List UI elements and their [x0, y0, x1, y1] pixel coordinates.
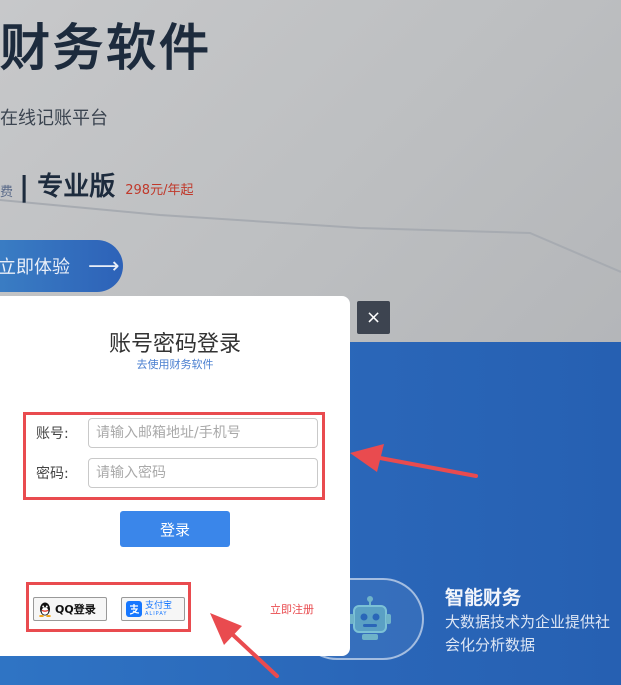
feature-description: 大数据技术为企业提供社会化分析数据: [445, 613, 611, 654]
login-button[interactable]: 登录: [120, 511, 230, 547]
arrow-right-icon: ⟶: [88, 253, 120, 279]
robot-icon: [349, 596, 391, 640]
edition-name: 专业版: [37, 172, 116, 202]
login-modal: 账号密码登录 去使用财务软件 账号: 密码: 登录 QQ登录: [0, 296, 350, 656]
credentials-highlight-box: 账号: 密码:: [23, 412, 325, 500]
social-login-highlight-box: QQ登录 支付宝 ALIPAY: [26, 582, 191, 632]
alipay-sublabel: ALIPAY: [145, 611, 168, 617]
qq-login-label: QQ登录: [55, 603, 96, 616]
alipay-icon: [126, 601, 142, 617]
close-button[interactable]: ×: [357, 301, 390, 334]
password-row: 密码:: [36, 455, 318, 491]
edition-separator: |: [19, 170, 30, 203]
qq-penguin-icon: [39, 602, 51, 617]
qq-login-button[interactable]: QQ登录: [33, 597, 107, 621]
register-link[interactable]: 立即注册: [270, 601, 314, 617]
account-input[interactable]: [88, 418, 318, 448]
feature-title: 智能财务: [445, 587, 522, 609]
try-now-button[interactable]: 立即体验 ⟶: [0, 240, 123, 292]
password-input[interactable]: [88, 458, 318, 488]
password-label: 密码:: [36, 466, 69, 482]
alipay-label: 支付宝: [145, 601, 173, 611]
modal-subtitle-link[interactable]: 去使用财务软件: [0, 356, 350, 372]
close-icon: ×: [365, 307, 382, 328]
hero-subtitle: 在线记账平台: [0, 108, 108, 129]
edition-price: 298元/年起: [125, 183, 194, 198]
edition-row: 费 | 专业版 298元/年起: [0, 166, 193, 206]
hero-title: 财务软件: [0, 19, 212, 77]
modal-title: 账号密码登录: [108, 332, 241, 357]
account-row: 账号:: [36, 415, 318, 451]
edition-prev-fragment[interactable]: 费: [0, 181, 13, 200]
alipay-text-group: 支付宝 ALIPAY: [145, 601, 172, 617]
alipay-login-button[interactable]: 支付宝 ALIPAY: [121, 597, 185, 621]
try-now-label: 立即体验: [0, 257, 70, 278]
account-label: 账号:: [36, 426, 69, 442]
hero-banner: 财务软件 在线记账平台 费 | 专业版 298元/年起 立即体验 ⟶: [0, 0, 621, 345]
